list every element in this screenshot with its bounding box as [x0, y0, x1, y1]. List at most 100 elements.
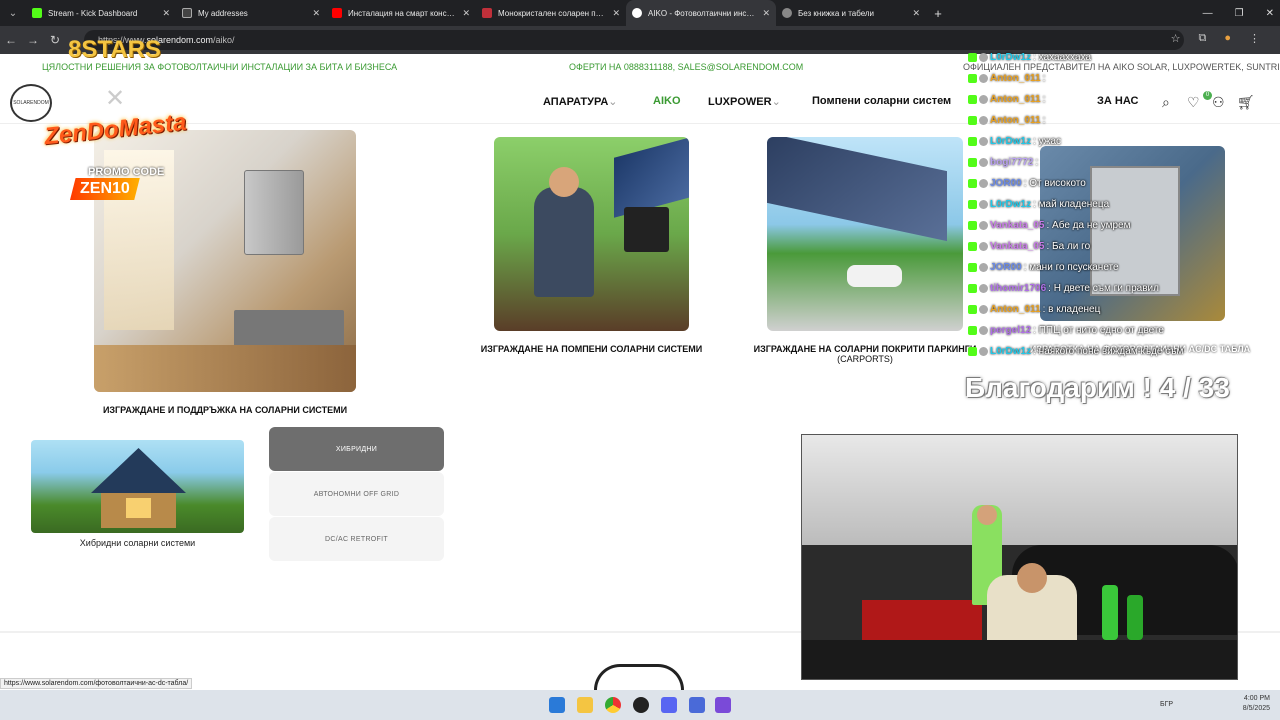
badge-icon: [968, 284, 977, 293]
close-tab-icon[interactable]: ✕: [162, 8, 170, 19]
discord-icon[interactable]: [661, 697, 677, 713]
close-tab-icon[interactable]: ✕: [912, 8, 920, 19]
chat-message: Vankata_05: Ба ли го: [968, 241, 1090, 252]
tab-youtube[interactable]: Инсталация на смарт констру... ✕: [326, 0, 476, 26]
strip-contacts[interactable]: ОФЕРТИ НА 0888311188, SALES@SOLARENDOM.C…: [569, 62, 803, 72]
close-tab-icon[interactable]: ✕: [462, 8, 470, 19]
badge-icon: [968, 158, 977, 167]
profile-icon[interactable]: ●: [1224, 32, 1231, 45]
tab-aiko[interactable]: AIKO - Фотоволтаични инстал... ✕: [626, 0, 776, 26]
back-icon[interactable]: ←: [0, 33, 22, 47]
nav-apparatus[interactable]: АПАРАТУРА⌄: [543, 95, 618, 108]
chat-message: Anton_011:: [968, 115, 1045, 126]
chat-message: bogi7772:: [968, 157, 1038, 168]
chat-text: : хахааххаха: [1033, 52, 1092, 63]
close-tab-icon[interactable]: ✕: [612, 8, 620, 19]
chat-text: :: [1042, 115, 1046, 126]
nav-luxpower[interactable]: LUXPOWER⌄: [708, 95, 781, 108]
youtube-icon: [332, 8, 342, 18]
chat-username: L0rDw1z: [990, 52, 1032, 63]
maximize-icon[interactable]: ❐: [1235, 8, 1244, 19]
menu-dots-icon[interactable]: ⋮: [1249, 32, 1260, 45]
face: [549, 167, 579, 197]
badge-icon: [979, 116, 988, 125]
bookmark-star-icon[interactable]: ☆: [1171, 32, 1181, 45]
badge-icon: [979, 158, 988, 167]
badge-icon: [979, 284, 988, 293]
close-window-icon[interactable]: ✕: [1266, 8, 1274, 19]
tab-search-icon[interactable]: ⌄: [0, 0, 26, 26]
promo-name: ZenDoMasta: [42, 108, 188, 151]
badge-icon: [979, 347, 988, 356]
webcam-overlay: [801, 434, 1238, 680]
badge-icon: [979, 305, 988, 314]
chat-message: Anton_011:: [968, 73, 1045, 84]
chat-message: pergel12: ППЦ от нито едно от двете: [968, 325, 1164, 336]
pump-controller: [624, 207, 669, 252]
browser-tab-bar: ⌄ Stream - Kick Dashboard ✕ My addresses ✕…: [0, 0, 1280, 26]
tab-my-addresses[interactable]: My addresses ✕: [176, 0, 326, 26]
chat-username: tihomir1706: [990, 283, 1047, 294]
nav-aiko[interactable]: AIKO: [653, 95, 681, 107]
promo-label: PROMO CODE: [88, 166, 165, 178]
hybrid-button[interactable]: ХИБРИДНИ: [269, 427, 444, 471]
grid-app-icon[interactable]: [715, 697, 731, 713]
hybrid-systems-caption[interactable]: Хибридни соларни системи: [31, 538, 244, 548]
badge-icon: [979, 53, 988, 62]
tab-no-license[interactable]: Без книжка и табели ✕: [776, 0, 926, 26]
card-caption[interactable]: ИЗГРАЖДАНЕ НА СОЛАРНИ ПОКРИТИ ПАРКИНГИ (C…: [745, 344, 985, 364]
card-image-carports[interactable]: [767, 137, 963, 331]
card-caption[interactable]: ИЗГРАЖДАНЕ И ПОДДРЪЖКА НА СОЛАРНИ СИСТЕМ…: [90, 405, 360, 415]
chat-username: L0rDw1z: [990, 136, 1032, 147]
chrome-icon[interactable]: [605, 697, 621, 713]
window-controls: — ❐ ✕: [1203, 0, 1274, 26]
badge-icon: [979, 326, 988, 335]
badge-icon: [979, 263, 988, 272]
close-tab-icon[interactable]: ✕: [762, 8, 770, 19]
site-icon: [482, 8, 492, 18]
badge-icon: [968, 53, 977, 62]
close-tab-icon[interactable]: ✕: [312, 8, 320, 19]
car: [847, 265, 902, 287]
chat-message: Anton_011:: [968, 94, 1045, 105]
person-sitting-head: [1017, 563, 1047, 593]
toolbar-right: ☆ ⧉ ● ⋮: [1171, 32, 1260, 45]
app-icon[interactable]: [689, 697, 705, 713]
stream-chat-overlay: L0rDw1z: хахааххаха Anton_011: Anton_011: A…: [968, 52, 1280, 362]
promo-overlay: 8STARS ✕ ZenDoMasta PROMO CODE ZEN10: [40, 30, 220, 205]
hybrid-systems-image[interactable]: [31, 440, 244, 533]
url-input[interactable]: https://www.solarendom.com/aiko/: [84, 30, 1184, 50]
card-image-pump-systems[interactable]: [494, 137, 689, 331]
language-indicator[interactable]: БГР: [1160, 701, 1173, 708]
person-head: [977, 505, 997, 525]
badge-icon: [979, 179, 988, 188]
chat-username: L0rDw1z: [990, 346, 1032, 357]
badge-icon: [979, 137, 988, 146]
tab-solar-panel[interactable]: Монокристален соларен пане... ✕: [476, 0, 626, 26]
chat-username: Anton_011: [990, 115, 1041, 126]
badge-icon: [968, 137, 977, 146]
badge-icon: [968, 305, 977, 314]
minimize-icon[interactable]: —: [1203, 8, 1213, 19]
tab-kick-dashboard[interactable]: Stream - Kick Dashboard ✕: [26, 0, 176, 26]
chat-username: Anton_011: [990, 304, 1041, 315]
chat-text: : май кладенеца: [1033, 199, 1110, 210]
file-explorer-icon[interactable]: [577, 697, 593, 713]
chat-username: L0rDw1z: [990, 199, 1032, 210]
nav-pump-systems[interactable]: Помпени соларни систем: [812, 95, 951, 107]
badge-icon: [979, 221, 988, 230]
offgrid-button[interactable]: АВТОНОМНИ OFF GRID: [269, 472, 444, 516]
chat-text: : От високото: [1023, 178, 1086, 189]
site-icon: [182, 8, 192, 18]
chat-username: Anton_011: [990, 73, 1041, 84]
new-tab-button[interactable]: +: [926, 6, 950, 21]
system-clock[interactable]: 4:00 PM 8/5/2025: [1243, 694, 1270, 714]
extensions-icon[interactable]: ⧉: [1198, 32, 1206, 45]
retrofit-button[interactable]: DC/AC RETROFIT: [269, 517, 444, 561]
card-caption[interactable]: ИЗГРАЖДАНЕ НА ПОМПЕНИ СОЛАРНИ СИСТЕМИ: [470, 344, 713, 354]
carport-roof: [767, 137, 947, 242]
badge-icon: [968, 347, 977, 356]
badge-icon: [968, 326, 977, 335]
windows-start-icon[interactable]: [549, 697, 565, 713]
obs-icon[interactable]: [633, 697, 649, 713]
